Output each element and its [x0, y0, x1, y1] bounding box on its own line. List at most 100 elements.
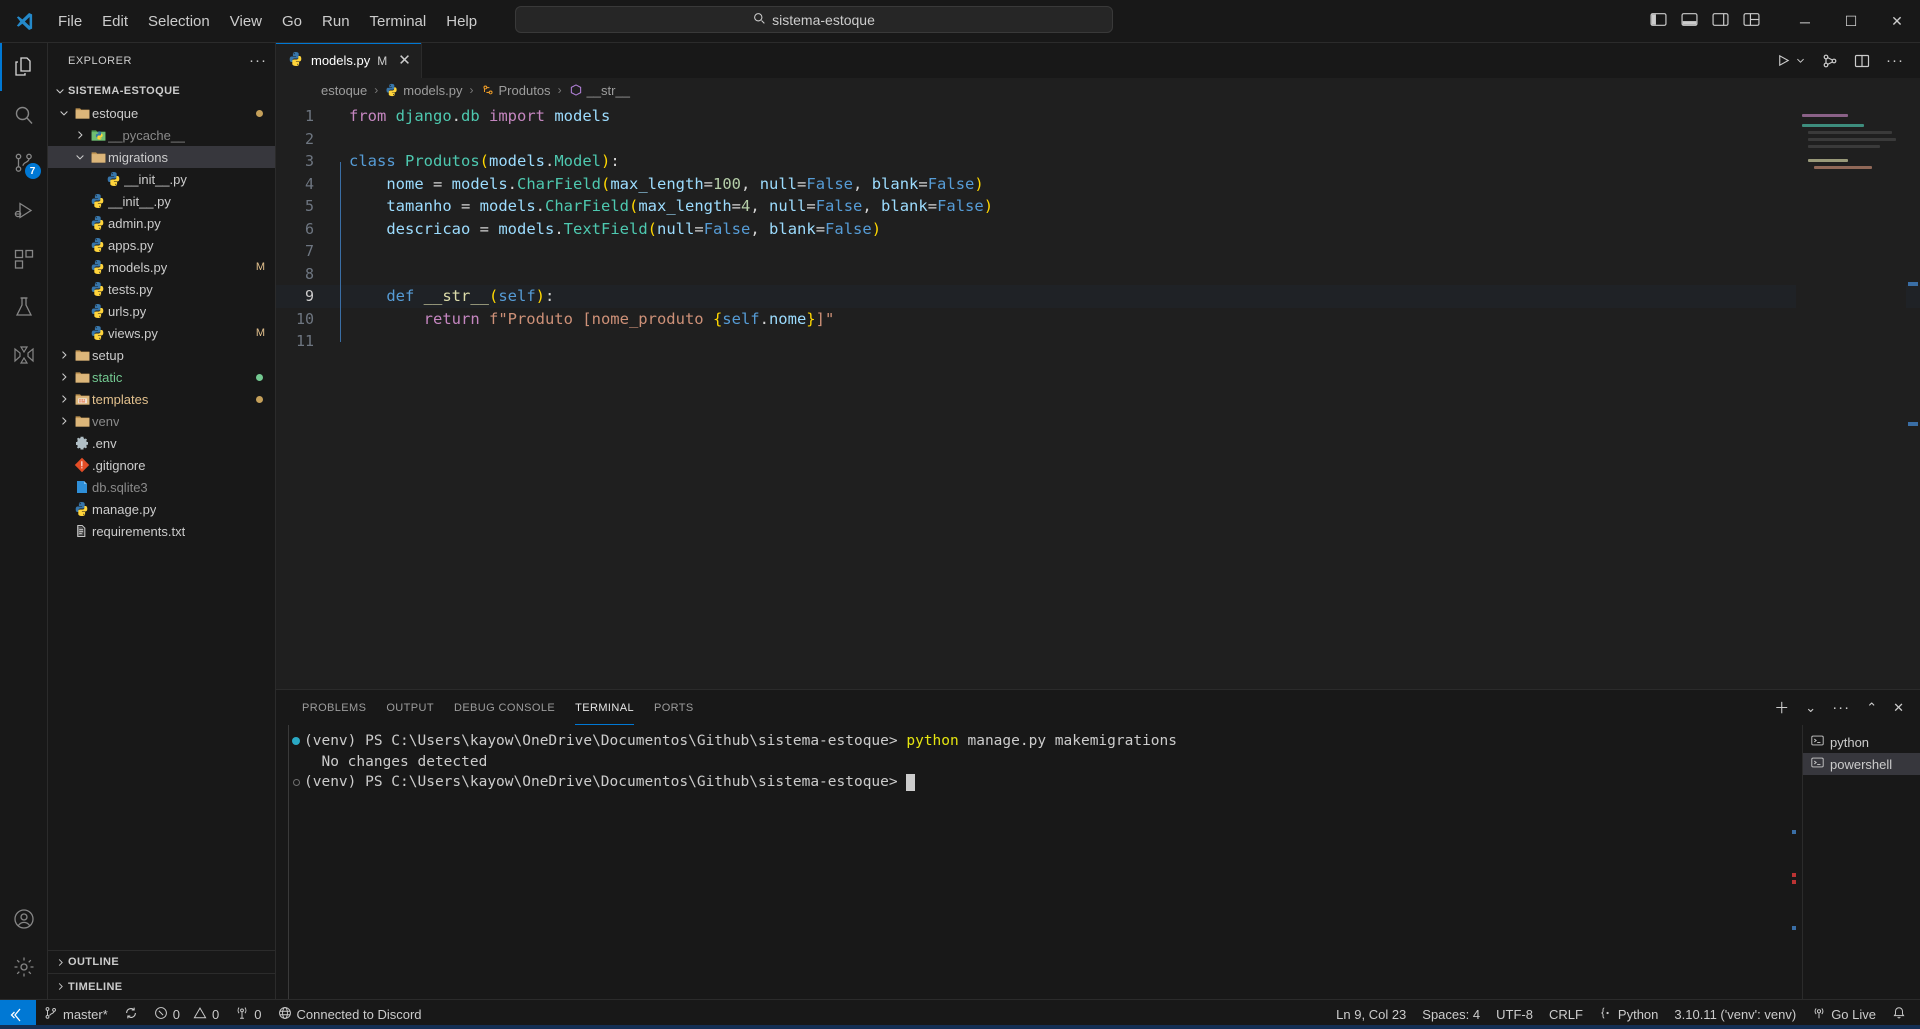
split-editor-right-icon[interactable] [1854, 53, 1870, 69]
terminal-tabs-list[interactable]: python powershell [1802, 725, 1920, 999]
breadcrumb-produtos[interactable]: Produtos [481, 83, 551, 98]
timeline-section[interactable]: TIMELINE [48, 973, 275, 999]
tree-item-models-py[interactable]: models.py M [48, 256, 275, 278]
menu-help[interactable]: Help [436, 9, 487, 34]
tree-item-init-py[interactable]: __init__.py [48, 190, 275, 212]
tab-models-py[interactable]: models.py M ✕ [276, 43, 422, 78]
tree-item-migrations[interactable]: migrations [48, 146, 275, 168]
tree-item-pycache[interactable]: __pycache__ [48, 124, 275, 146]
tree-item-env[interactable]: .env [48, 432, 275, 454]
tree-item-estoque[interactable]: estoque [48, 102, 275, 124]
panel-more-actions-icon[interactable]: ··· [1832, 699, 1850, 716]
code-line[interactable]: 11 [276, 330, 1920, 353]
breadcrumb-str-method[interactable]: __str__ [569, 83, 630, 98]
explorer-more-actions-icon[interactable]: ··· [249, 52, 267, 69]
tree-item-db-sqlite3[interactable]: db.sqlite3 [48, 476, 275, 498]
code-editor[interactable]: 1 from django.db import models 2 3 class Pro… [276, 102, 1920, 689]
activity-azure[interactable] [0, 331, 48, 379]
activity-run-and-debug[interactable] [0, 187, 48, 235]
code-line[interactable]: 8 [276, 263, 1920, 286]
menu-run[interactable]: Run [312, 9, 360, 34]
maximize-panel-icon[interactable]: ⌃ [1866, 700, 1877, 716]
code-line[interactable]: 7 [276, 240, 1920, 263]
activity-settings[interactable] [0, 943, 48, 991]
file-tree[interactable]: SISTEMA-ESTOQUE estoque __pycache__ migrati… [48, 78, 275, 950]
activity-extensions[interactable] [0, 235, 48, 283]
terminal-line: (venv) PS C:\Users\kayow\OneDrive\Docume… [288, 772, 1802, 793]
tree-item-templates[interactable]: templates [48, 388, 275, 410]
editor-minimap[interactable] [1796, 102, 1906, 689]
tree-item-urls-py[interactable]: urls.py [48, 300, 275, 322]
window-maximize-button[interactable]: ☐ [1828, 0, 1874, 43]
window-close-button[interactable]: ✕ [1874, 0, 1920, 43]
folder-html-icon [72, 391, 92, 408]
code-line[interactable]: 6 descricao = models.TextField(null=Fals… [276, 218, 1920, 241]
outline-section[interactable]: OUTLINE [48, 951, 275, 973]
tab-output[interactable]: OUTPUT [376, 690, 444, 725]
customize-layout-icon[interactable] [1743, 11, 1760, 33]
outline-label: OUTLINE [68, 956, 120, 968]
tree-item-requirements-txt[interactable]: requirements.txt [48, 520, 275, 542]
tab-problems[interactable]: PROBLEMS [292, 690, 376, 725]
toggle-secondary-sidebar-icon[interactable] [1712, 11, 1729, 33]
status-discord-label: Connected to Discord [296, 1007, 422, 1022]
menu-view[interactable]: View [220, 9, 272, 34]
code-line[interactable]: 10 return f"Produto [nome_produto {self.… [276, 308, 1920, 331]
code-line[interactable]: 4 nome = models.CharField(max_length=100… [276, 173, 1920, 196]
tree-item-admin-py[interactable]: admin.py [48, 212, 275, 234]
menu-go[interactable]: Go [272, 9, 312, 34]
tree-item-apps-py[interactable]: apps.py [48, 234, 275, 256]
tree-item-venv[interactable]: venv [48, 410, 275, 432]
code-line[interactable]: 9 def __str__(self): [276, 285, 1920, 308]
tree-item-init-py[interactable]: __init__.py [48, 168, 275, 190]
tree-item-setup[interactable]: setup [48, 344, 275, 366]
toggle-primary-sidebar-icon[interactable] [1650, 11, 1667, 33]
line-number: 6 [304, 219, 314, 238]
activity-source-control[interactable]: 7 [0, 139, 48, 187]
menu-edit[interactable]: Edit [92, 9, 138, 34]
command-center[interactable]: sistema-estoque [515, 6, 1113, 33]
menu-selection[interactable]: Selection [138, 9, 220, 34]
code-line[interactable]: 3 class Produtos(models.Model): [276, 150, 1920, 173]
editor-vertical-scrollbar[interactable] [1906, 102, 1920, 689]
terminal-tab-powershell[interactable]: powershell [1803, 753, 1920, 775]
panel-tab-bar[interactable]: PROBLEMS OUTPUT DEBUG CONSOLE TERMINAL P… [276, 690, 1920, 725]
menu-bar[interactable]: File Edit Selection View Go Run Terminal… [48, 9, 487, 34]
tab-debug-console[interactable]: DEBUG CONSOLE [444, 690, 565, 725]
activity-testing[interactable] [0, 283, 48, 331]
activity-search[interactable] [0, 91, 48, 139]
terminal-output[interactable]: (venv) PS C:\Users\kayow\OneDrive\Docume… [276, 725, 1802, 999]
editor-more-actions-icon[interactable]: ··· [1886, 52, 1904, 69]
menu-terminal[interactable]: Terminal [360, 9, 437, 34]
tree-item-manage-py[interactable]: manage.py [48, 498, 275, 520]
terminal-tab-python[interactable]: python [1803, 731, 1920, 753]
run-python-file-button[interactable] [1776, 53, 1806, 68]
source-control-graph-icon[interactable] [1822, 53, 1838, 69]
tree-item-gitignore[interactable]: .gitignore [48, 454, 275, 476]
tree-item-label: SISTEMA-ESTOQUE [68, 85, 181, 97]
activity-explorer[interactable] [0, 43, 48, 91]
menu-file[interactable]: File [48, 9, 92, 34]
toggle-panel-icon[interactable] [1681, 11, 1698, 33]
window-minimize-button[interactable]: ─ [1782, 0, 1828, 43]
code-line[interactable]: 2 [276, 128, 1920, 151]
breadcrumb-estoque[interactable]: estoque [321, 83, 367, 98]
breadcrumb-models-py[interactable]: models.py [385, 83, 463, 98]
tree-item-sistema-estoque[interactable]: SISTEMA-ESTOQUE [48, 80, 275, 102]
command-center-text: sistema-estoque [772, 11, 875, 28]
tree-item-static[interactable]: static [48, 366, 275, 388]
close-panel-icon[interactable]: ✕ [1893, 700, 1904, 716]
terminal-dropdown-icon[interactable]: ⌄ [1805, 700, 1816, 716]
activity-accounts[interactable] [0, 895, 48, 943]
tree-item-views-py[interactable]: views.py M [48, 322, 275, 344]
code-line[interactable]: 1 from django.db import models [276, 105, 1920, 128]
new-terminal-icon[interactable]: ＋ [1774, 697, 1789, 718]
tab-close-icon[interactable]: ✕ [398, 53, 411, 68]
chevron-right-icon [56, 349, 72, 361]
tab-terminal[interactable]: TERMINAL [565, 690, 644, 725]
tab-ports[interactable]: PORTS [644, 690, 704, 725]
tree-item-tests-py[interactable]: tests.py [48, 278, 275, 300]
breadcrumb[interactable]: estoque › models.py › Produtos › __str__ [276, 78, 1920, 102]
python-icon [88, 325, 108, 341]
code-line[interactable]: 5 tamanho = models.CharField(max_length=… [276, 195, 1920, 218]
